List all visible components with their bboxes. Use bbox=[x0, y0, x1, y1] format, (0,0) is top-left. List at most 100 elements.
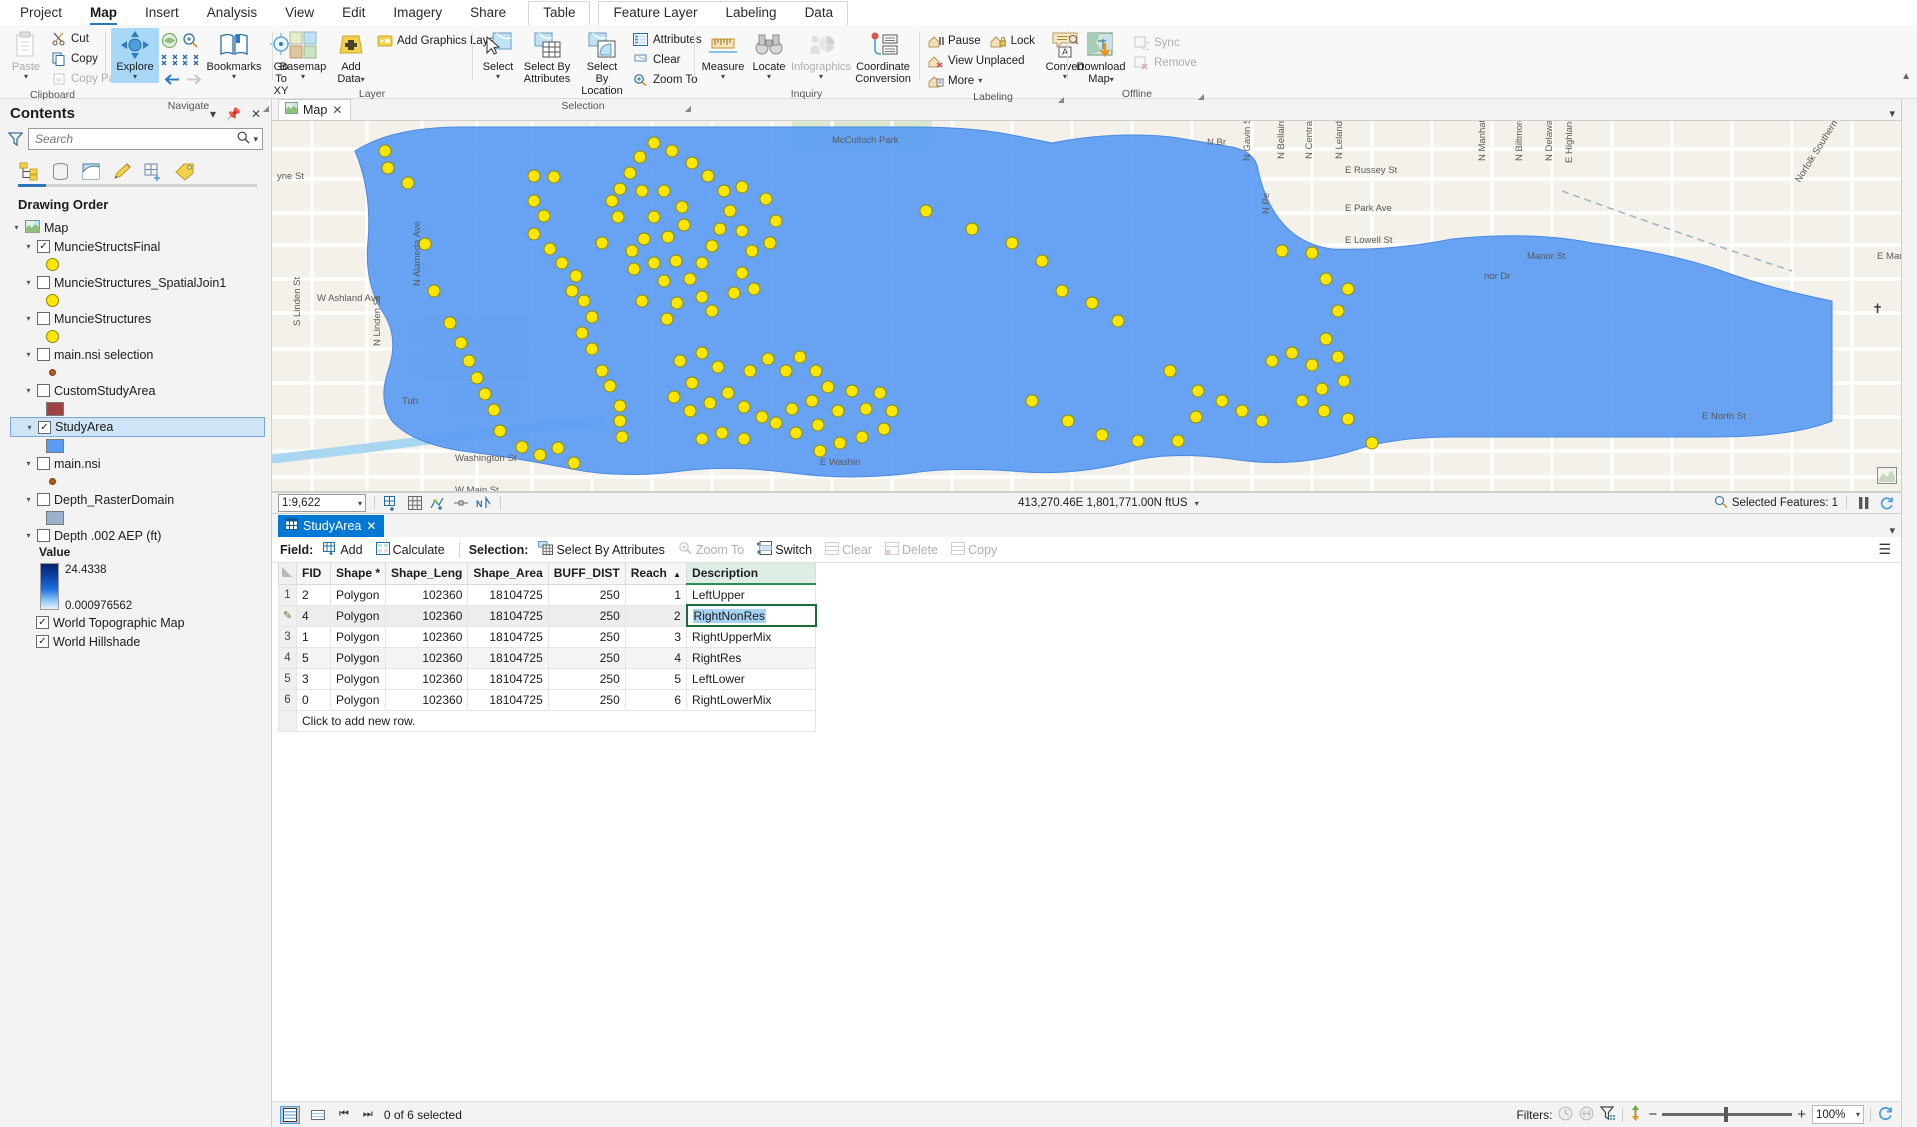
table-row[interactable]: 1 2 Polygon 102360 18104725 250 1 LeftUp… bbox=[278, 583, 817, 606]
time-filter-icon[interactable] bbox=[1558, 1106, 1573, 1124]
locate-button[interactable]: Locate ▾ bbox=[748, 28, 790, 83]
column-header-description[interactable]: Description bbox=[686, 563, 817, 585]
layer-checkbox[interactable]: ✓ bbox=[36, 616, 49, 629]
attribute-grid-wrap[interactable]: FID Shape * Shape_Leng Shape_Area BUFF_D… bbox=[272, 563, 1901, 1101]
cell-reach[interactable]: 2 bbox=[624, 604, 688, 627]
cell-shape-area[interactable]: 18104725 bbox=[467, 583, 549, 606]
expand-arrow-icon[interactable]: ▾ bbox=[25, 423, 34, 432]
list-by-snapping-icon[interactable] bbox=[142, 160, 164, 182]
table-row[interactable]: ✎ 4 Polygon 102360 18104725 250 2 RightN… bbox=[278, 604, 817, 627]
table-row[interactable]: 5 3 Polygon 102360 18104725 250 5 LeftLo… bbox=[278, 667, 817, 690]
zoom-slider[interactable]: − + bbox=[1648, 1106, 1806, 1123]
chevron-down-icon[interactable]: ▾ bbox=[358, 499, 362, 508]
search-icon[interactable] bbox=[237, 131, 250, 147]
cell-shape-area[interactable]: 18104725 bbox=[467, 625, 549, 648]
layer-checkbox[interactable]: ✓ bbox=[36, 635, 49, 648]
select-button[interactable]: Select ▾ bbox=[478, 28, 518, 83]
cell-fid[interactable]: 1 bbox=[296, 625, 331, 648]
last-record-icon[interactable]: ⏭ bbox=[360, 1108, 376, 1121]
cell-description[interactable]: RightRes bbox=[686, 646, 817, 669]
layer-row-study-area[interactable]: ▾ ✓ StudyArea bbox=[10, 417, 265, 437]
layer-row-main-nsi[interactable]: ▾ main.nsi bbox=[10, 454, 271, 473]
zoom-out-fixed-icon[interactable] bbox=[161, 54, 178, 69]
expand-arrow-icon[interactable]: ▾ bbox=[12, 223, 21, 232]
cell-shape[interactable]: Polygon bbox=[329, 688, 387, 711]
cell-shape-area[interactable]: 18104725 bbox=[467, 688, 549, 711]
cell-reach[interactable]: 6 bbox=[624, 688, 688, 711]
list-by-selection-icon[interactable] bbox=[80, 160, 102, 182]
close-icon[interactable]: ✕ bbox=[366, 519, 376, 533]
add-new-row[interactable]: Click to add new row. bbox=[278, 709, 817, 732]
ribbon-tab-analysis[interactable]: Analysis bbox=[193, 2, 271, 25]
add-field-button[interactable]: Add bbox=[318, 540, 367, 560]
cell-shape-leng[interactable]: 102360 bbox=[385, 625, 469, 648]
cell-buff-dist[interactable]: 250 bbox=[547, 646, 626, 669]
cell-description-editing[interactable]: RightNonRes bbox=[685, 604, 817, 627]
select-all-corner[interactable] bbox=[278, 563, 297, 585]
cell-shape-area[interactable]: 18104725 bbox=[467, 604, 549, 627]
pause-drawing-icon[interactable] bbox=[1855, 495, 1872, 512]
full-extent-icon[interactable] bbox=[161, 32, 178, 52]
layer-checkbox[interactable] bbox=[37, 493, 50, 506]
layer-checkbox[interactable] bbox=[37, 312, 50, 325]
chevron-down-icon[interactable]: ▾ bbox=[301, 73, 305, 81]
ribbon-tab-map[interactable]: Map bbox=[76, 2, 131, 25]
selected-features-status[interactable]: Selected Features: 1 bbox=[1714, 495, 1838, 511]
search-input[interactable] bbox=[33, 131, 235, 147]
cell-description[interactable]: LeftUpper bbox=[686, 583, 817, 606]
chevron-down-icon[interactable]: ▾ bbox=[721, 73, 725, 81]
list-by-data-source-icon[interactable] bbox=[49, 160, 71, 182]
cell-buff-dist[interactable]: 250 bbox=[547, 625, 626, 648]
layer-checkbox[interactable] bbox=[37, 457, 50, 470]
cell-shape-leng[interactable]: 102360 bbox=[385, 646, 469, 669]
expand-arrow-icon[interactable]: ▾ bbox=[24, 459, 33, 468]
chevron-down-icon[interactable]: ▾ bbox=[24, 73, 28, 81]
first-record-icon[interactable]: ⏮ bbox=[336, 1108, 352, 1121]
list-by-labeling-icon[interactable] bbox=[173, 160, 195, 182]
ribbon-tab-edit[interactable]: Edit bbox=[328, 2, 379, 25]
range-filter-icon[interactable] bbox=[1579, 1106, 1594, 1124]
cell-fid[interactable]: 0 bbox=[296, 688, 331, 711]
lock-labels-button[interactable]: Lock bbox=[988, 31, 1040, 50]
ribbon-tab-labeling[interactable]: Labeling bbox=[711, 2, 791, 25]
chevron-down-icon[interactable]: ▾ bbox=[133, 73, 137, 81]
more-labeling-button[interactable]: More ▾ bbox=[925, 71, 1040, 90]
dialog-launcher-icon[interactable]: ◢ bbox=[685, 101, 691, 116]
cell-fid[interactable]: 4 bbox=[296, 604, 331, 627]
table-options-menu-icon[interactable]: ☰ bbox=[1878, 541, 1893, 558]
table-tabbar-chevron-icon[interactable]: ▾ bbox=[1889, 524, 1901, 537]
switch-selection-button[interactable]: Switch bbox=[752, 539, 817, 560]
add-new-row-label[interactable]: Click to add new row. bbox=[295, 709, 817, 732]
cell-shape-area[interactable]: 18104725 bbox=[467, 646, 549, 669]
cell-shape[interactable]: Polygon bbox=[329, 667, 387, 690]
layer-checkbox[interactable] bbox=[37, 276, 50, 289]
layer-row-custom-study-area[interactable]: ▾ CustomStudyArea bbox=[10, 381, 271, 400]
cell-shape-leng[interactable]: 102360 bbox=[385, 667, 469, 690]
cell-buff-dist[interactable]: 250 bbox=[547, 604, 626, 627]
column-header-fid[interactable]: FID bbox=[296, 563, 331, 585]
chevron-down-icon[interactable]: ▾ bbox=[767, 73, 771, 81]
cell-description[interactable]: LeftLower bbox=[686, 667, 817, 690]
zoom-percent-combo[interactable]: 100% ▾ bbox=[1812, 1105, 1864, 1124]
toc-root-map[interactable]: ▾ Map bbox=[10, 218, 271, 237]
cell-shape[interactable]: Polygon bbox=[329, 583, 387, 606]
map-canvas[interactable]: McCulloch Park N Br N Pe E Russey St E P… bbox=[272, 121, 1901, 492]
add-point-icon[interactable] bbox=[429, 495, 446, 512]
north-arrow-icon[interactable]: N bbox=[475, 495, 492, 512]
grid-toggle-icon[interactable] bbox=[406, 495, 423, 512]
column-header-shape-area[interactable]: Shape_Area bbox=[467, 563, 549, 585]
ribbon-tab-project[interactable]: Project bbox=[6, 2, 76, 25]
cell-reach[interactable]: 5 bbox=[624, 667, 688, 690]
layer-row-muncie-structures[interactable]: ▾ MuncieStructures bbox=[10, 309, 271, 328]
search-options-chevron-icon[interactable]: ▾ bbox=[253, 134, 258, 145]
cell-shape-leng[interactable]: 102360 bbox=[385, 583, 469, 606]
layer-checkbox[interactable]: ✓ bbox=[37, 240, 50, 253]
previous-extent-icon[interactable] bbox=[161, 73, 181, 89]
zoom-out-button[interactable]: − bbox=[1648, 1106, 1657, 1123]
table-view-button[interactable] bbox=[280, 1105, 300, 1124]
select-by-attributes-button[interactable]: Select By Attributes bbox=[520, 28, 574, 87]
layer-row-depth-rasterdomain[interactable]: ▾ Depth_RasterDomain bbox=[10, 490, 271, 509]
map-overview-icon[interactable] bbox=[1877, 467, 1897, 487]
zoom-in-fixed-icon[interactable] bbox=[182, 54, 199, 69]
expand-arrow-icon[interactable]: ▾ bbox=[24, 314, 33, 323]
